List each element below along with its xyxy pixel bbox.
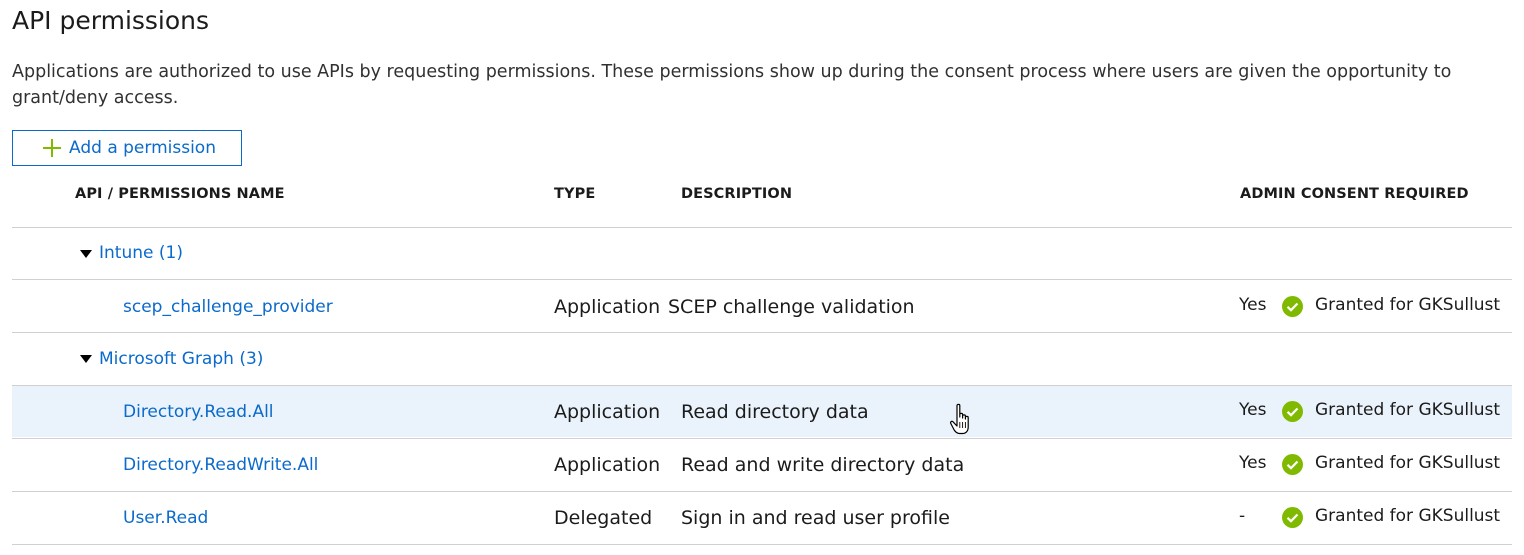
table-row[interactable]: User.Read Delegated Sign in and read use… [12, 492, 1512, 543]
page-description: Applications are authorized to use APIs … [12, 62, 1452, 108]
permission-name-link[interactable]: Directory.ReadWrite.All [123, 455, 318, 475]
column-header-admin-consent[interactable]: ADMIN CONSENT REQUIRED [1240, 186, 1469, 202]
admin-consent-value: Yes [1239, 295, 1267, 315]
check-circle-icon [1282, 454, 1303, 475]
permission-type: Delegated [554, 507, 653, 529]
status-text: Granted for GKSullust [1315, 295, 1501, 315]
status-text: Granted for GKSullust [1315, 453, 1501, 473]
permission-name-link[interactable]: scep_challenge_provider [123, 297, 333, 317]
group-label-intune[interactable]: Intune (1) [99, 243, 183, 263]
table-divider [12, 544, 1512, 545]
permission-description: Read directory data [681, 401, 869, 423]
group-label-microsoft-graph[interactable]: Microsoft Graph (3) [99, 349, 263, 369]
status-text: Granted for GKSullust [1315, 506, 1501, 526]
group-row-intune[interactable]: Intune (1) [12, 228, 1512, 279]
hand-cursor-icon [948, 402, 976, 440]
permission-description: Read and write directory data [681, 454, 965, 476]
caret-down-icon[interactable] [80, 355, 92, 363]
permission-description: SCEP challenge validation [668, 296, 915, 318]
permission-type: Application [554, 296, 661, 318]
caret-down-icon[interactable] [80, 250, 92, 258]
permission-name-link[interactable]: Directory.Read.All [123, 402, 274, 422]
add-permission-button[interactable]: Add a permission [12, 130, 242, 166]
table-row[interactable]: scep_challenge_provider Application SCEP… [12, 280, 1512, 331]
admin-consent-value: Yes [1239, 453, 1267, 473]
permission-name-link[interactable]: User.Read [123, 508, 208, 528]
permission-type: Application [554, 401, 661, 423]
check-circle-icon [1282, 296, 1303, 317]
add-permission-label: Add a permission [69, 138, 216, 158]
permission-type: Application [554, 454, 661, 476]
column-header-name[interactable]: API / PERMISSIONS NAME [75, 186, 285, 202]
permission-description: Sign in and read user profile [681, 507, 950, 529]
check-circle-icon [1282, 507, 1303, 528]
check-circle-icon [1282, 401, 1303, 422]
column-header-type[interactable]: TYPE [554, 186, 595, 202]
plus-icon [41, 137, 63, 159]
table-row[interactable]: Directory.Read.All Application Read dire… [12, 386, 1512, 437]
group-row-microsoft-graph[interactable]: Microsoft Graph (3) [12, 333, 1512, 384]
table-row[interactable]: Directory.ReadWrite.All Application Read… [12, 439, 1512, 490]
column-header-description[interactable]: DESCRIPTION [681, 186, 792, 202]
page-title: API permissions [12, 6, 210, 35]
admin-consent-value: Yes [1239, 400, 1267, 420]
admin-consent-value: - [1239, 506, 1246, 526]
status-text: Granted for GKSullust [1315, 400, 1501, 420]
